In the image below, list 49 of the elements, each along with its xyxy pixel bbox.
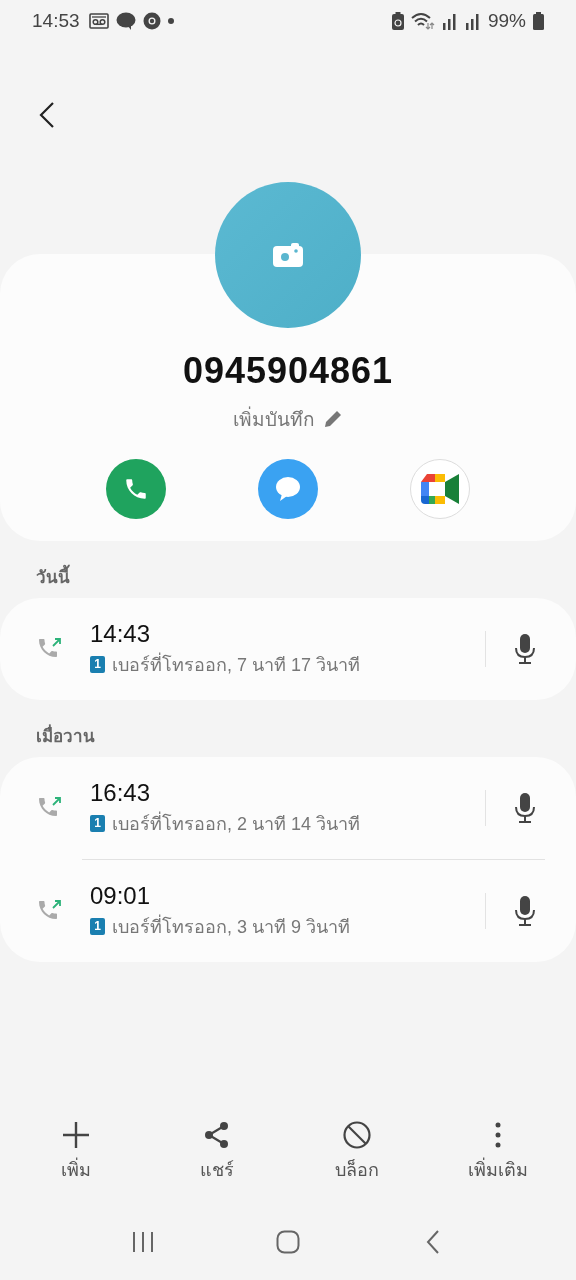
add-note-button[interactable]: เพิ่มบันทึก bbox=[233, 404, 343, 434]
voicemail-icon bbox=[88, 13, 109, 29]
camera-icon bbox=[273, 243, 303, 267]
sim-badge: 1 bbox=[90, 917, 105, 935]
toolbar-button[interactable]: บล็อก bbox=[321, 1121, 394, 1184]
call-detail: เบอร์ที่โทรออก, 7 นาที 17 วินาที bbox=[112, 651, 361, 677]
call-time: 14:43 bbox=[90, 619, 152, 648]
chat-bubble-icon bbox=[274, 476, 302, 502]
call-detail: เบอร์ที่โทรออก, 3 นาที 9 วินาที bbox=[112, 913, 351, 939]
toolbar-button[interactable]: เพิ่ม bbox=[40, 1121, 112, 1184]
call-time: 16:43 bbox=[90, 778, 152, 807]
browser-icon bbox=[142, 12, 161, 30]
signal-icon bbox=[464, 12, 481, 30]
microphone-icon bbox=[514, 896, 536, 926]
sim-badge: 1 bbox=[90, 655, 105, 673]
section-heading: วันนี้ bbox=[0, 541, 576, 598]
call-button[interactable] bbox=[106, 459, 166, 519]
sim-badge: 1 bbox=[90, 814, 105, 832]
wifi-icon bbox=[410, 12, 435, 30]
phone-icon bbox=[123, 476, 149, 502]
recents-icon bbox=[130, 1231, 155, 1253]
home-icon bbox=[276, 1230, 300, 1254]
call-log-row[interactable]: 16:43 1 เบอร์ที่โทรออก, 2 นาที 14 วินาที bbox=[0, 757, 576, 859]
back-icon bbox=[39, 101, 55, 129]
plus-icon bbox=[62, 1121, 90, 1149]
section-heading: เมื่อวาน bbox=[0, 700, 576, 757]
battery-percent: 99% bbox=[487, 10, 526, 32]
battery-saver-icon bbox=[391, 12, 404, 30]
battery-icon bbox=[533, 12, 544, 30]
status-time: 14:53 bbox=[32, 10, 80, 32]
pencil-icon bbox=[323, 409, 343, 429]
share-icon bbox=[203, 1121, 230, 1149]
microphone-icon bbox=[514, 793, 536, 823]
call-detail: เบอร์ที่โทรออก, 2 นาที 14 วินาที bbox=[112, 810, 361, 836]
call-log-row[interactable]: 09:01 1 เบอร์ที่โทรออก, 3 นาที 9 วินาที bbox=[0, 860, 576, 962]
dot-icon bbox=[167, 18, 174, 24]
toolbar-button[interactable]: แชร์ bbox=[180, 1121, 253, 1184]
chat-bubble-icon bbox=[115, 12, 136, 30]
back-icon bbox=[426, 1230, 441, 1254]
phone-number: 0945904861 bbox=[182, 350, 394, 392]
more-icon bbox=[493, 1121, 502, 1149]
call-log-row[interactable]: 14:43 1 เบอร์ที่โทรออก, 7 นาที 17 วินาที bbox=[0, 598, 576, 700]
signal-icon bbox=[441, 12, 458, 30]
microphone-icon bbox=[514, 634, 536, 664]
call-time: 09:01 bbox=[90, 881, 152, 910]
block-icon bbox=[343, 1121, 372, 1149]
video-camera-icon bbox=[421, 474, 459, 504]
message-button[interactable] bbox=[258, 459, 318, 519]
toolbar-button[interactable]: เพิ่มเติม bbox=[461, 1121, 534, 1184]
